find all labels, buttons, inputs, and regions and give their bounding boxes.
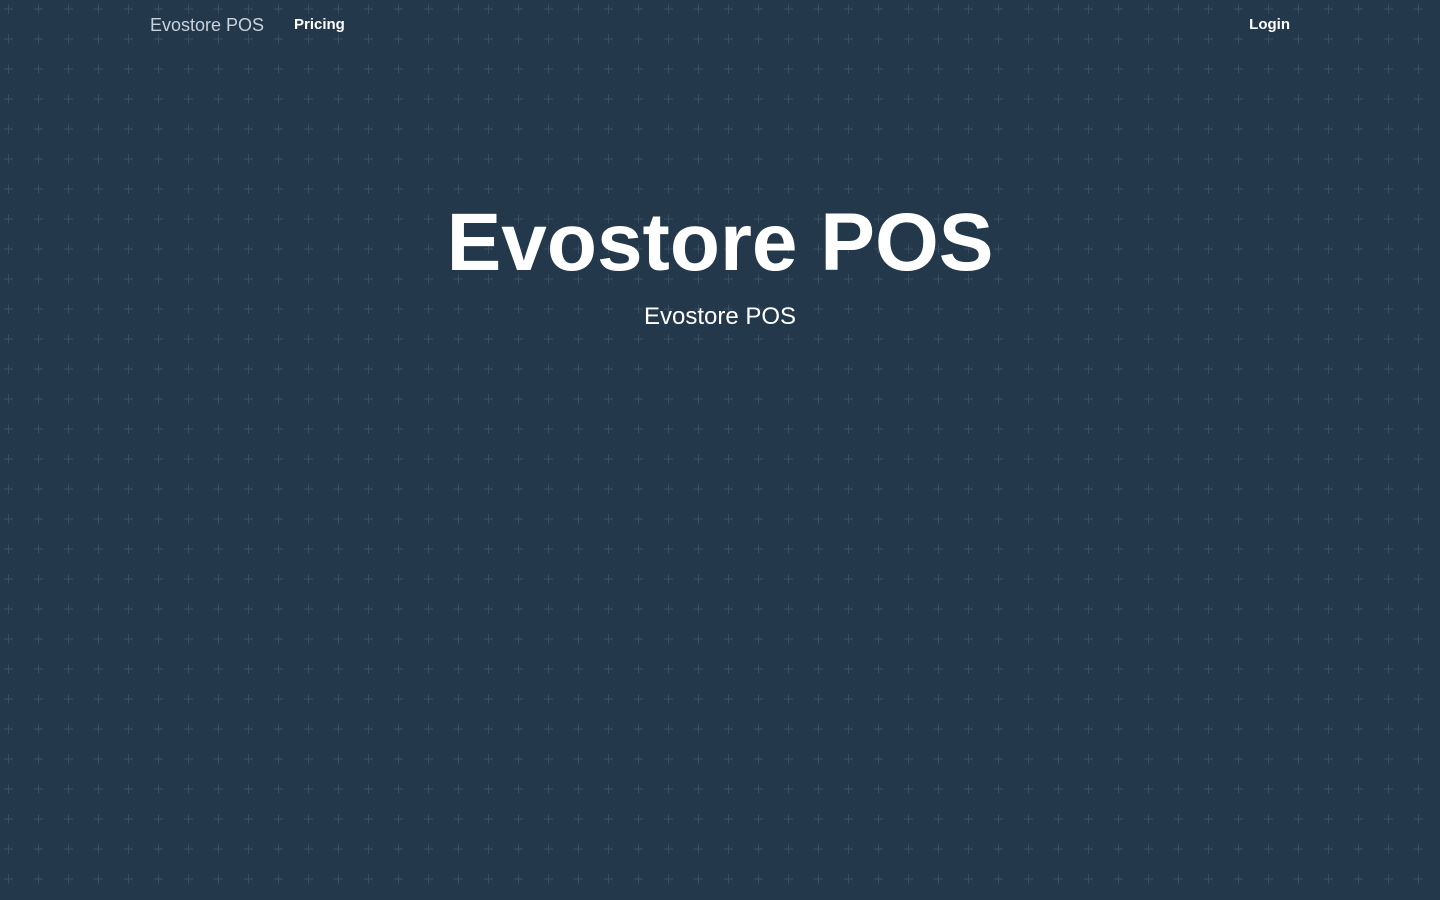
hero-section: Evostore POS Evostore POS	[0, 195, 1440, 331]
brand-link[interactable]: Evostore POS	[150, 14, 264, 36]
nav-pricing-link[interactable]: Pricing	[294, 16, 345, 34]
hero-subtitle: Evostore POS	[643, 303, 797, 330]
nav-login-link[interactable]: Login	[1249, 16, 1290, 34]
top-navigation: Evostore POS Pricing Login	[0, 0, 1440, 50]
hero-title: Evostore POS	[446, 197, 994, 288]
